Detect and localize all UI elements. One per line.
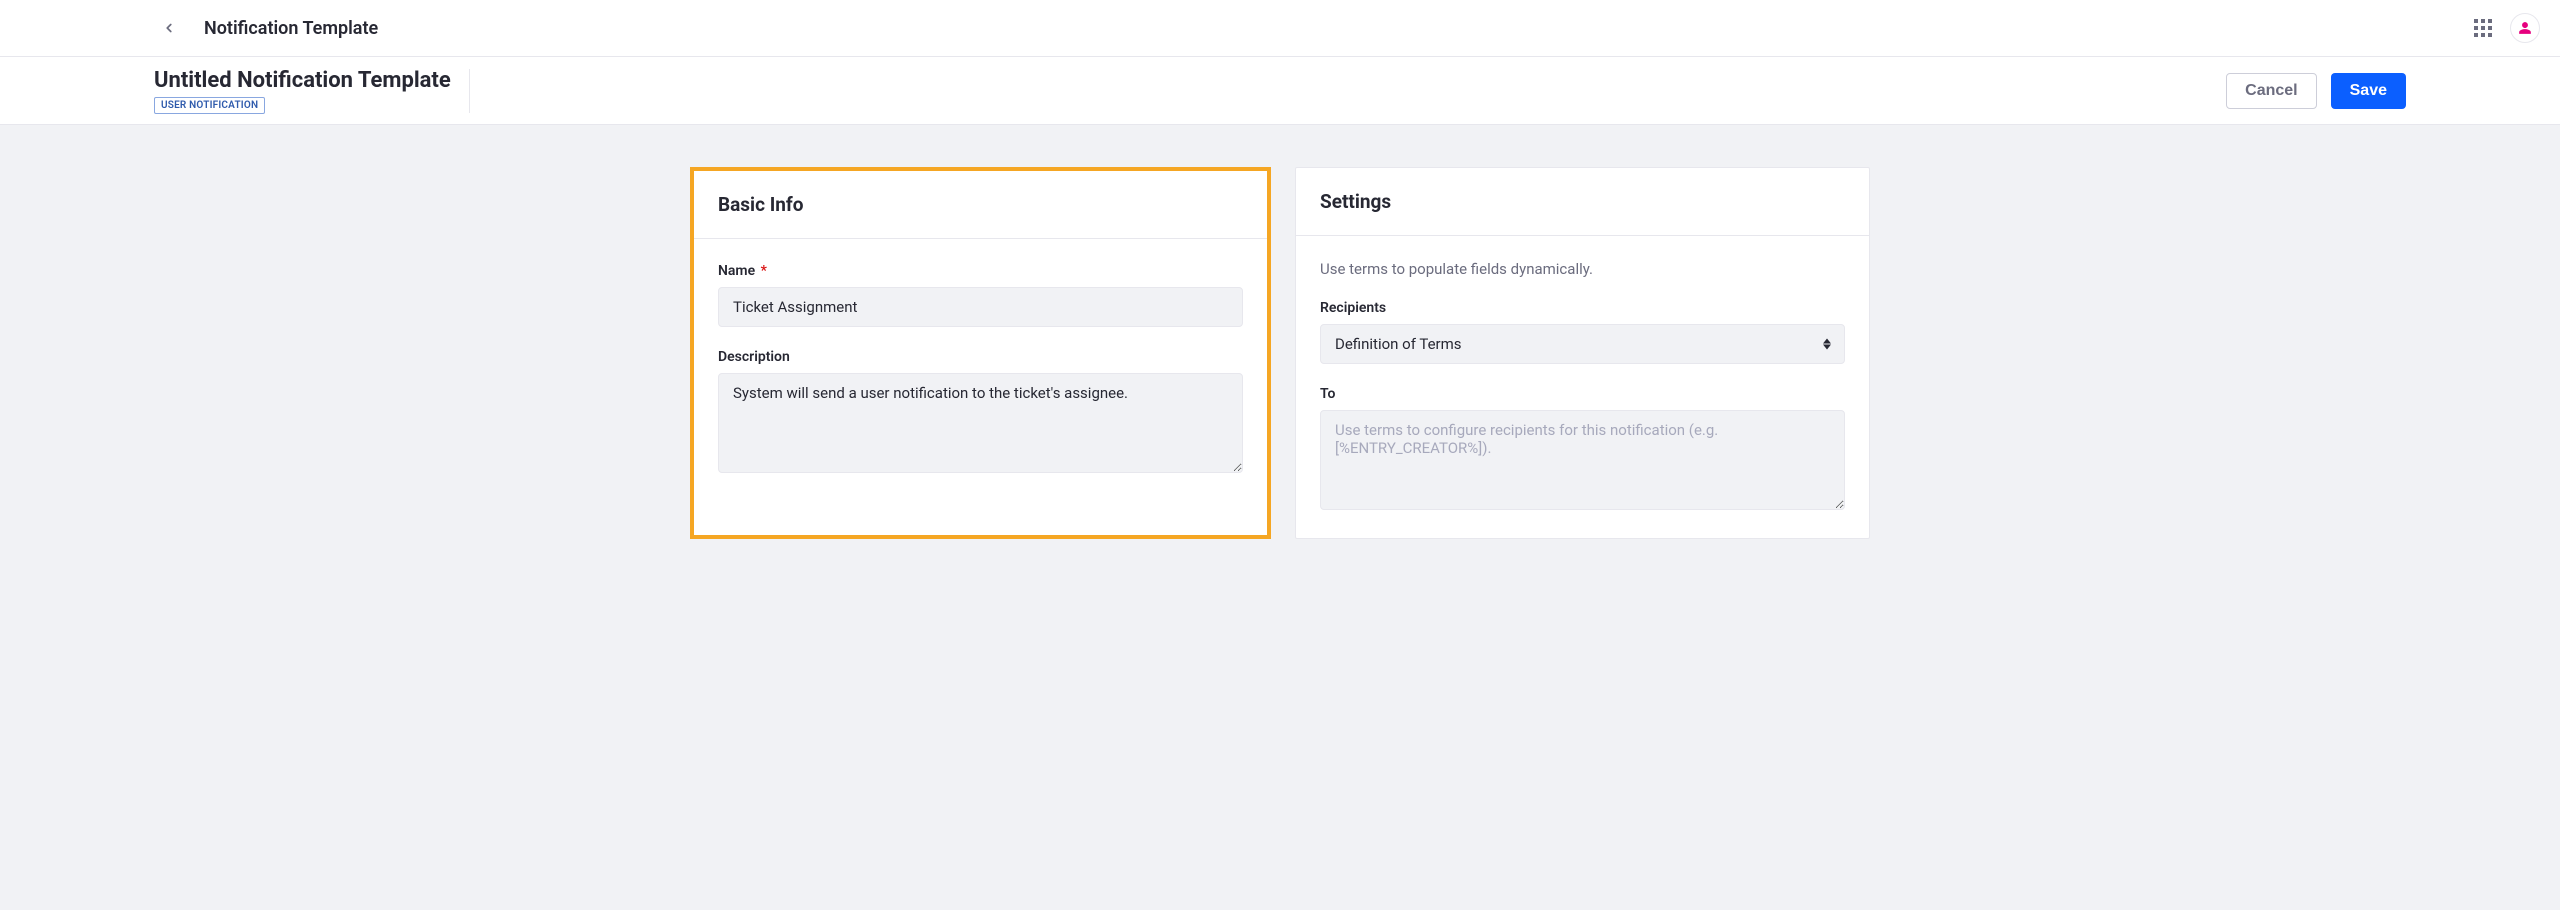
to-textarea[interactable] <box>1320 410 1845 510</box>
save-button[interactable]: Save <box>2331 73 2406 109</box>
apps-icon[interactable] <box>2474 19 2492 37</box>
name-label-text: Name <box>718 263 755 279</box>
breadcrumb-title: Notification Template <box>204 18 378 39</box>
to-label: To <box>1320 386 1845 402</box>
name-input[interactable] <box>718 287 1243 327</box>
description-textarea[interactable] <box>718 373 1243 473</box>
settings-hint: Use terms to populate fields dynamically… <box>1320 260 1845 278</box>
cancel-button[interactable]: Cancel <box>2226 73 2316 109</box>
page-title: Untitled Notification Template <box>154 68 451 93</box>
settings-card: Settings Use terms to populate fields dy… <box>1295 167 1870 539</box>
settings-title: Settings <box>1320 190 1845 213</box>
user-icon <box>2518 21 2532 35</box>
description-label: Description <box>718 349 1243 365</box>
divider <box>469 69 470 113</box>
subheader: Untitled Notification Template USER NOTI… <box>0 57 2560 125</box>
name-label: Name * <box>718 263 1243 279</box>
chevron-left-icon <box>162 21 176 35</box>
recipients-select[interactable]: Definition of Terms <box>1320 324 1845 364</box>
required-asterisk: * <box>761 263 767 279</box>
back-button[interactable] <box>154 13 184 43</box>
topbar: Notification Template <box>0 0 2560 57</box>
basic-info-title: Basic Info <box>718 193 1243 216</box>
body-area: Basic Info Name * Description S <box>0 125 2560 910</box>
user-avatar[interactable] <box>2510 13 2540 43</box>
basic-info-card: Basic Info Name * Description <box>690 167 1271 539</box>
recipients-label: Recipients <box>1320 300 1845 316</box>
type-badge: USER NOTIFICATION <box>154 97 265 114</box>
